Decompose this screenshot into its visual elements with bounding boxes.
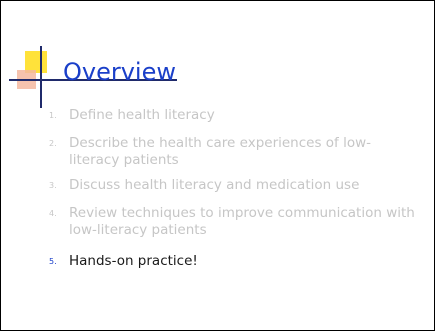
list-item: 1. Define health literacy <box>49 107 419 129</box>
overview-list: 1. Define health literacy 2. Describe th… <box>49 107 419 270</box>
slide: Overview 1. Define health literacy 2. De… <box>0 0 435 331</box>
list-item-number: 3. <box>49 181 57 190</box>
list-item-text: Hands-on practice! <box>69 253 198 269</box>
list-item-number: 5. <box>49 257 57 266</box>
vertical-rule-decoration <box>40 46 42 108</box>
list-item: 3. Discuss health literacy and medicatio… <box>49 177 419 199</box>
list-item-text: Define health literacy <box>69 107 215 123</box>
list-item-number: 4. <box>49 209 57 218</box>
list-item-text: Review techniques to improve communicati… <box>69 205 415 238</box>
list-item-number: 1. <box>49 111 57 120</box>
list-item: 4. Review techniques to improve communic… <box>49 205 419 243</box>
list-item-text: Describe the health care experiences of … <box>69 135 372 168</box>
list-item: 2. Describe the health care experiences … <box>49 135 419 173</box>
list-item-text: Discuss health literacy and medication u… <box>69 177 360 193</box>
slide-title: Overview <box>63 58 176 86</box>
list-item-number: 2. <box>49 139 57 148</box>
list-item-active: 5. Hands-on practice! <box>49 253 419 270</box>
